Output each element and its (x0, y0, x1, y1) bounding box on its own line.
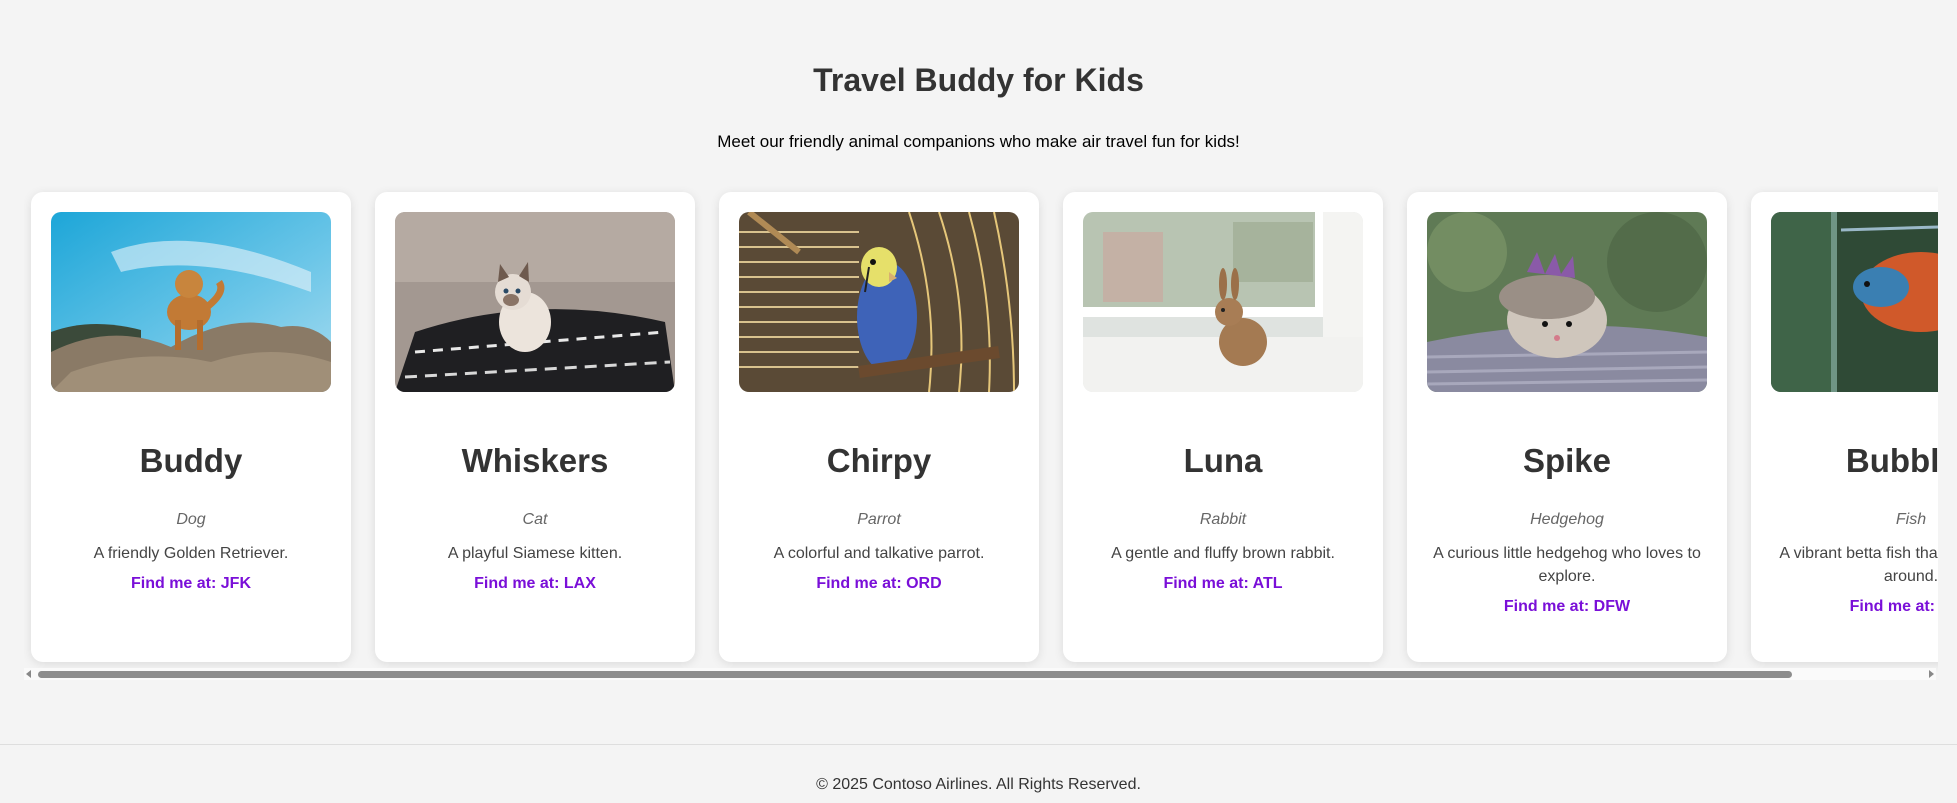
scroll-left-arrow-icon[interactable] (26, 670, 31, 678)
card-location: Find me at: ATL (1163, 575, 1283, 592)
card-species: Fish (1895, 511, 1927, 528)
page-subtitle: Meet our friendly animal companions who … (717, 132, 1240, 151)
card-description: A friendly Golden Retriever. (93, 545, 289, 562)
betta-fish-photo (1771, 212, 1938, 392)
card-description: A gentle and fluffy brown rabbit. (1111, 545, 1335, 562)
card-species: Dog (176, 511, 206, 528)
scrollbar-thumb[interactable] (38, 671, 1792, 678)
golden-retriever-photo (51, 212, 331, 392)
card-description: A vibrant betta fish that loves to swim … (1779, 545, 1938, 585)
card-description: A playful Siamese kitten. (447, 545, 623, 562)
buddy-card-rabbit[interactable]: Luna Rabbit A gentle and fluffy brown ra… (1063, 192, 1383, 662)
card-location: Find me at: DFW (1503, 598, 1631, 615)
card-location: Find me at: ORD (816, 575, 942, 592)
buddy-card-fish[interactable]: Bubbles Fish A vibrant betta fish that l… (1751, 192, 1938, 662)
page-title: Travel Buddy for Kids (813, 62, 1144, 98)
budgie-photo (739, 212, 1019, 392)
card-name: Chirpy (826, 442, 932, 479)
buddy-card-hedgehog[interactable]: Spike Hedgehog A curious little hedgehog… (1407, 192, 1727, 662)
card-species: Hedgehog (1530, 511, 1604, 528)
card-name: Spike (1522, 442, 1612, 479)
buddy-carousel[interactable]: Buddy Dog A friendly Golden Retriever. F… (24, 184, 1938, 674)
card-name: Luna (1183, 442, 1263, 479)
card-name: Bubbles (1845, 442, 1938, 479)
card-location: Find me at: SEA (1849, 598, 1938, 615)
card-description: A curious little hedgehog who loves to e… (1433, 545, 1701, 585)
buddy-card-cat[interactable]: Whiskers Cat A playful Siamese kitten. F… (375, 192, 695, 662)
footer-copyright: © 2025 Contoso Airlines. All Rights Rese… (816, 776, 1141, 793)
hedgehog-photo (1427, 212, 1707, 392)
card-species: Parrot (857, 511, 901, 528)
card-species: Rabbit (1199, 511, 1247, 528)
buddy-card-parrot[interactable]: Chirpy Parrot A colorful and talkative p… (719, 192, 1039, 662)
card-location: Find me at: LAX (474, 575, 596, 592)
scroll-right-arrow-icon[interactable] (1929, 670, 1934, 678)
card-description: A colorful and talkative parrot. (773, 545, 985, 562)
buddy-card-dog[interactable]: Buddy Dog A friendly Golden Retriever. F… (31, 192, 351, 662)
brown-rabbit-photo (1083, 212, 1363, 392)
card-location: Find me at: JFK (130, 575, 251, 592)
footer-divider (0, 744, 1957, 745)
card-name: Buddy (139, 442, 243, 479)
siamese-kitten-photo (395, 212, 675, 392)
carousel-scrollbar[interactable] (24, 668, 1936, 680)
card-name: Whiskers (461, 442, 609, 479)
card-species: Cat (522, 511, 548, 528)
